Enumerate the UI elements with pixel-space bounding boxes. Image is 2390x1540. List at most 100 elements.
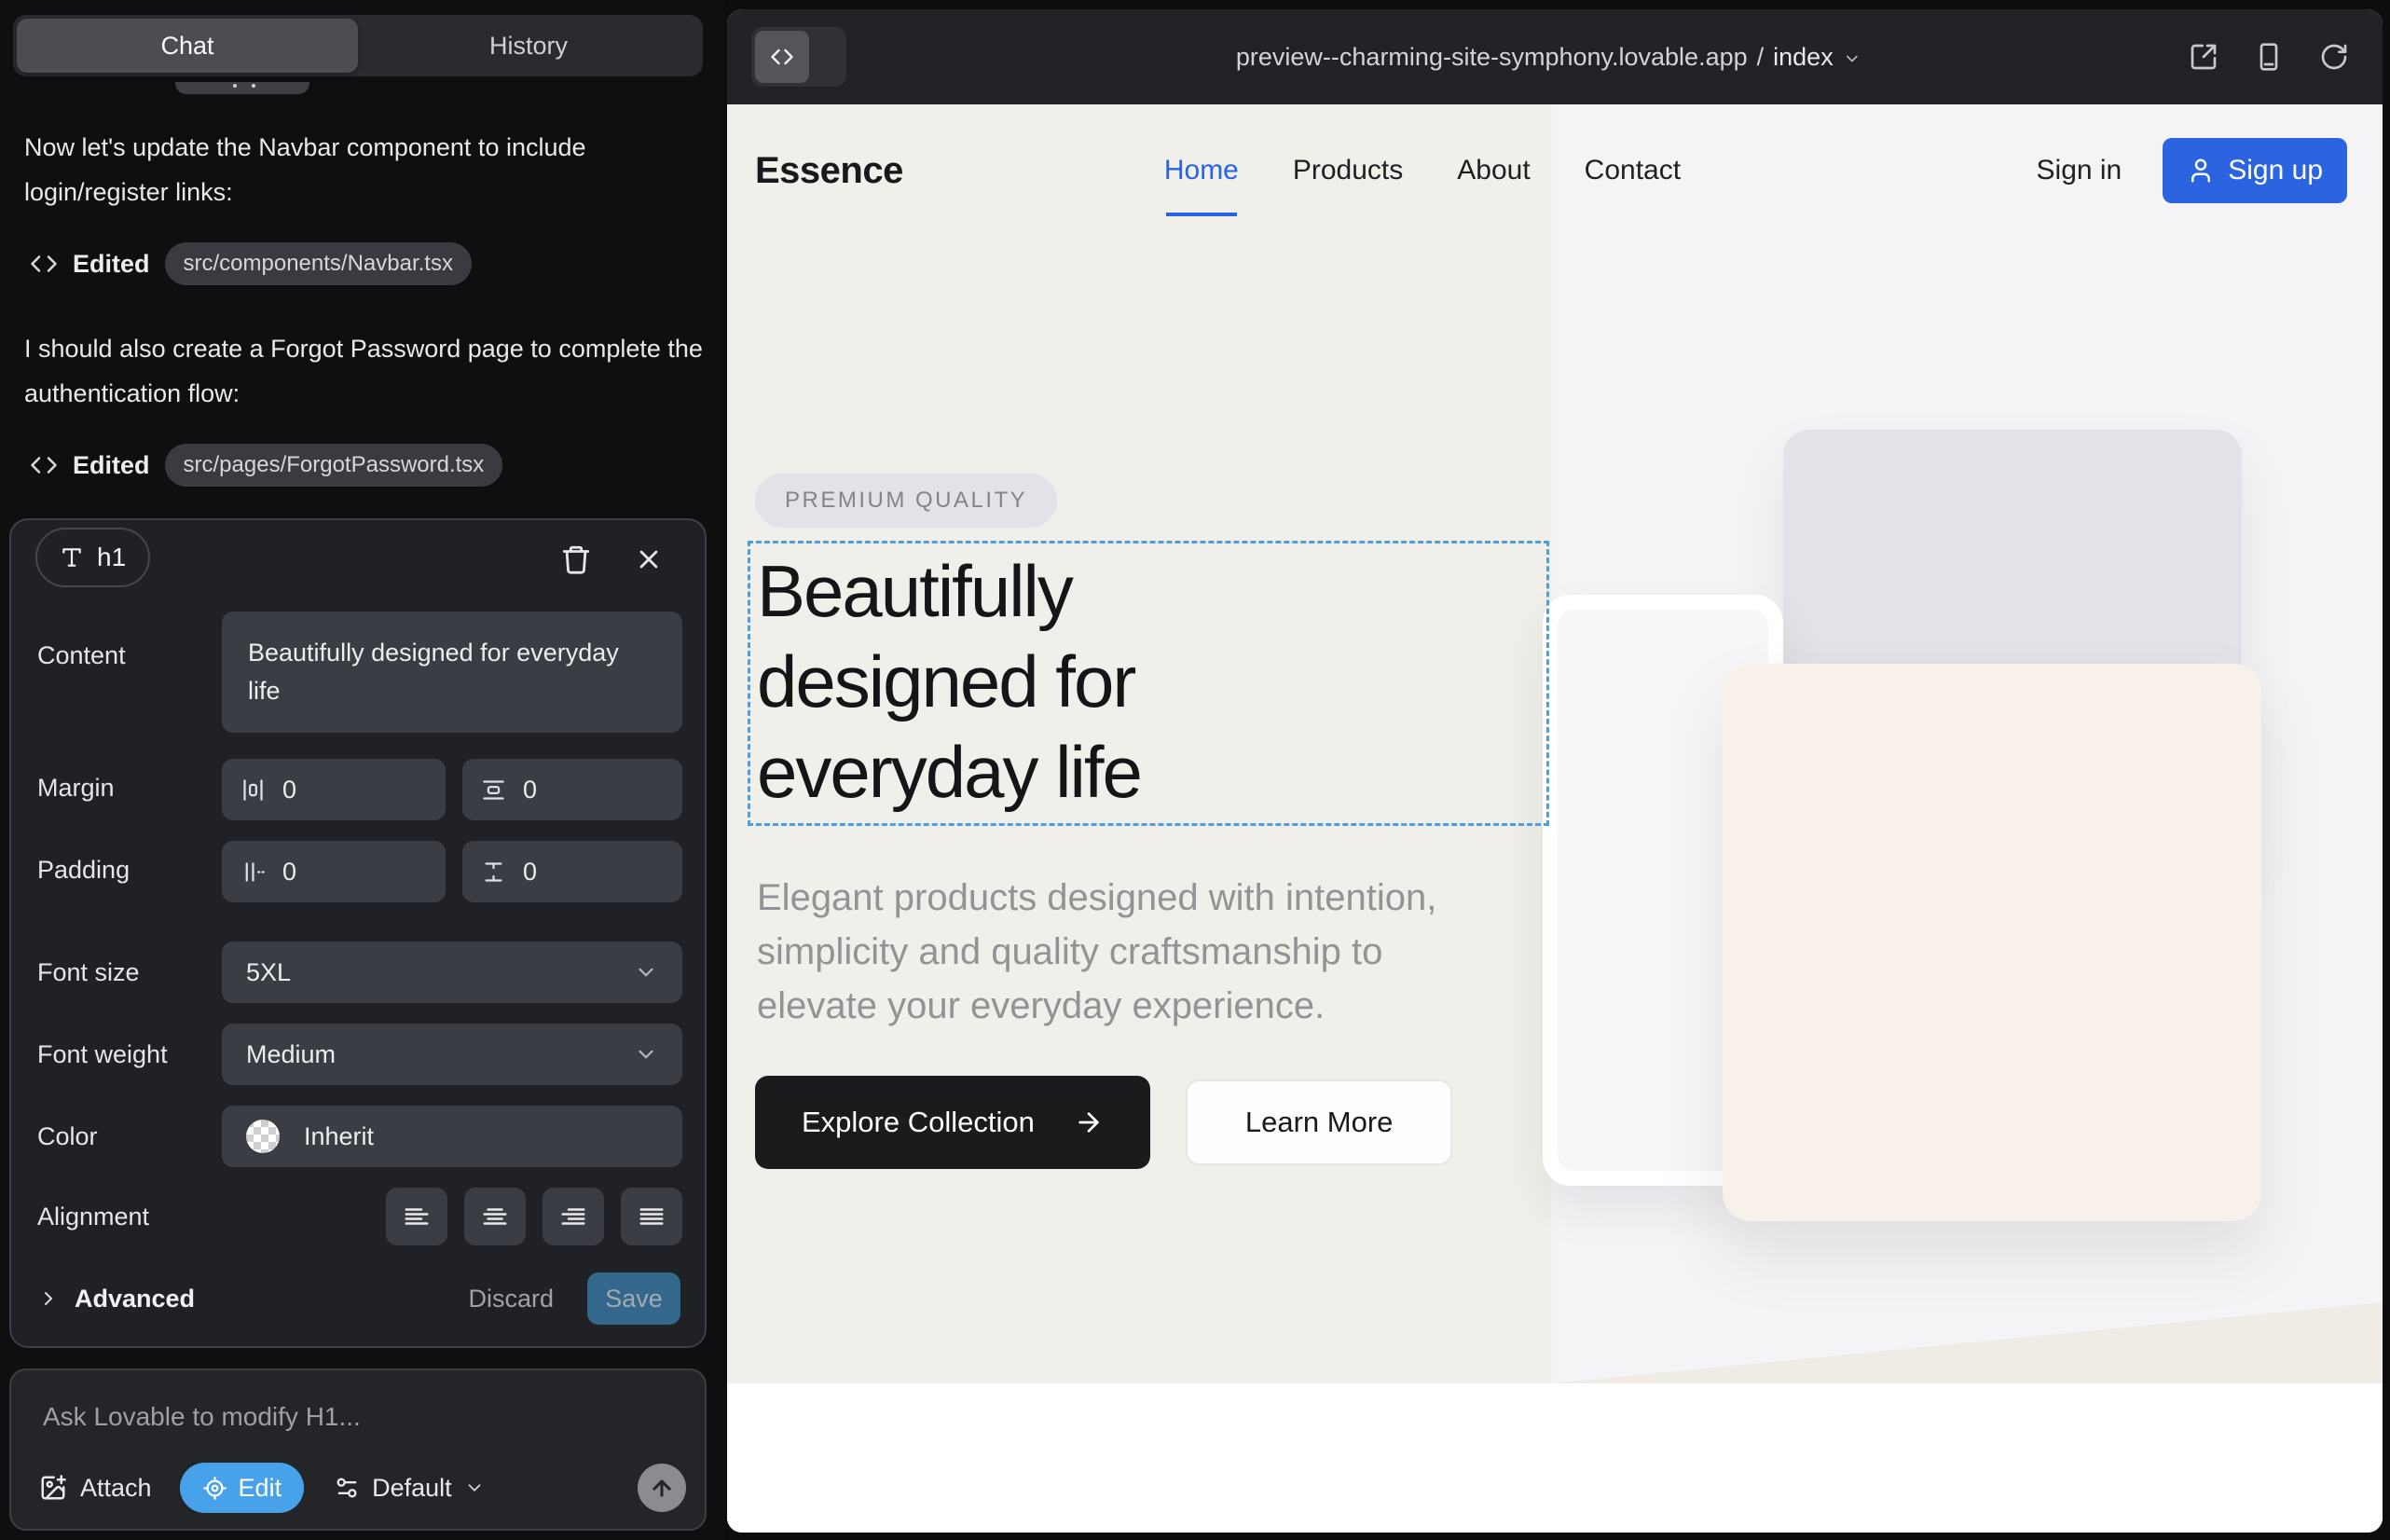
- default-label: Default: [372, 1474, 452, 1503]
- hero-heading[interactable]: Beautifully designed for everyday life: [757, 546, 1141, 818]
- chat-history-tabs: Chat History: [13, 15, 703, 76]
- explore-collection-button[interactable]: Explore Collection: [755, 1076, 1150, 1169]
- edited-label: Edited: [73, 451, 150, 480]
- advanced-toggle[interactable]: Advanced: [37, 1285, 195, 1313]
- edited-file-row: Edited src/pages/ForgotPassword.tsx: [30, 444, 703, 487]
- edit-mode-button[interactable]: Edit: [180, 1463, 305, 1513]
- section-below-hero: [727, 1383, 2383, 1533]
- assistant-message: I should also create a Forgot Password p…: [24, 326, 703, 416]
- refresh-button[interactable]: [2319, 42, 2349, 72]
- file-chip[interactable]: src/components/Navbar.tsx: [165, 242, 472, 285]
- chat-input[interactable]: Ask Lovable to modify H1...: [43, 1402, 673, 1432]
- discard-button[interactable]: Discard: [468, 1285, 554, 1313]
- open-external-button[interactable]: [2189, 42, 2218, 72]
- browser-topbar: preview--charming-site-symphony.lovable.…: [727, 9, 2383, 104]
- crosshair-icon: [202, 1476, 227, 1501]
- chevron-down-icon: [634, 960, 658, 984]
- code-preview-toggle[interactable]: [751, 27, 846, 87]
- file-chip[interactable]: src/pages/ForgotPassword.tsx: [165, 444, 503, 487]
- padding-horizontal-value: 0: [282, 858, 296, 887]
- transparent-swatch-icon: [246, 1120, 280, 1153]
- hero-badge: PREMIUM QUALITY: [755, 474, 1057, 528]
- alignment-buttons: [386, 1188, 682, 1245]
- delete-element-button[interactable]: [557, 541, 595, 578]
- image-plus-icon: [39, 1474, 67, 1502]
- editor-footer: Advanced Discard Save: [37, 1272, 680, 1326]
- sign-up-button[interactable]: Sign up: [2163, 138, 2347, 203]
- content-label: Content: [37, 641, 126, 670]
- scrolled-chip-fragment: [175, 82, 309, 94]
- nav-auth-actions: Sign in Sign up: [2037, 138, 2347, 203]
- edited-file-row: Edited src/components/Navbar.tsx: [30, 242, 703, 285]
- mobile-view-button[interactable]: [2254, 42, 2284, 72]
- attach-button[interactable]: Attach: [39, 1474, 152, 1503]
- assistant-message: Now let's update the Navbar component to…: [24, 125, 703, 214]
- margin-vertical-icon: [481, 777, 506, 803]
- content-input[interactable]: Beautifully designed for everyday life: [222, 612, 682, 733]
- nav-link-home[interactable]: Home: [1164, 155, 1239, 186]
- sign-up-label: Sign up: [2228, 155, 2323, 186]
- preview-browser-frame: preview--charming-site-symphony.lovable.…: [727, 9, 2383, 1533]
- element-tag: h1: [97, 543, 126, 572]
- margin-vertical-value: 0: [523, 776, 537, 804]
- close-icon: [634, 544, 664, 574]
- align-left-button[interactable]: [386, 1188, 447, 1245]
- font-size-label: Font size: [37, 958, 140, 987]
- tab-history[interactable]: History: [358, 19, 699, 73]
- chevron-down-icon: [464, 1478, 485, 1498]
- url-path: index: [1773, 43, 1834, 72]
- nav-link-contact[interactable]: Contact: [1585, 155, 1681, 186]
- padding-horizontal-icon: [240, 859, 266, 885]
- url-bar[interactable]: preview--charming-site-symphony.lovable.…: [1236, 9, 1861, 104]
- font-weight-value: Medium: [246, 1040, 336, 1069]
- url-separator: /: [1757, 43, 1765, 72]
- font-size-value: 5XL: [246, 958, 291, 987]
- nav-link-about[interactable]: About: [1457, 155, 1530, 186]
- code-icon: [30, 451, 58, 479]
- site-logo[interactable]: Essence: [755, 150, 903, 192]
- type-icon: [60, 545, 84, 570]
- selected-element-pill[interactable]: h1: [35, 528, 150, 587]
- padding-vertical-input[interactable]: 0: [462, 841, 682, 902]
- code-icon: [30, 250, 58, 278]
- chevron-right-icon: [37, 1287, 60, 1310]
- align-justify-button[interactable]: [621, 1188, 682, 1245]
- chevron-down-icon: [1843, 49, 1861, 68]
- margin-horizontal-input[interactable]: 0: [222, 759, 446, 820]
- padding-vertical-icon: [481, 859, 506, 885]
- margin-label: Margin: [37, 774, 115, 803]
- font-size-select[interactable]: 5XL: [222, 942, 682, 1003]
- edit-label: Edit: [239, 1474, 282, 1503]
- tab-chat[interactable]: Chat: [17, 19, 358, 73]
- model-default-selector[interactable]: Default: [334, 1474, 485, 1503]
- send-button[interactable]: [638, 1464, 686, 1512]
- color-value: Inherit: [304, 1122, 374, 1151]
- margin-vertical-input[interactable]: 0: [462, 759, 682, 820]
- close-editor-button[interactable]: [630, 541, 667, 578]
- explore-collection-label: Explore Collection: [802, 1106, 1035, 1139]
- padding-horizontal-input[interactable]: 0: [222, 841, 446, 902]
- color-select[interactable]: Inherit: [222, 1106, 682, 1167]
- edited-label: Edited: [73, 250, 150, 279]
- nav-link-products[interactable]: Products: [1293, 155, 1403, 186]
- lovable-sidebar: Chat History Now let's update the Navbar…: [0, 0, 725, 1540]
- font-weight-select[interactable]: Medium: [222, 1024, 682, 1085]
- trash-icon: [560, 543, 592, 575]
- hero-decor-card-cream: [1723, 664, 2261, 1221]
- padding-vertical-value: 0: [523, 858, 537, 887]
- sliders-icon: [334, 1475, 360, 1501]
- save-button[interactable]: Save: [587, 1272, 680, 1325]
- sign-in-link[interactable]: Sign in: [2037, 155, 2122, 186]
- arrow-up-icon: [649, 1475, 675, 1501]
- composer-toolbar: Attach Edit Default: [39, 1462, 686, 1514]
- element-editor-panel: h1 Content Beautifully designed for ever…: [9, 518, 707, 1348]
- site-nav-links: Home Products About Contact: [1164, 155, 1681, 186]
- browser-actions: [2189, 9, 2349, 104]
- learn-more-button[interactable]: Learn More: [1186, 1079, 1453, 1165]
- url-host: preview--charming-site-symphony.lovable.…: [1236, 43, 1748, 72]
- align-center-button[interactable]: [464, 1188, 526, 1245]
- attach-label: Attach: [80, 1474, 152, 1503]
- align-right-button[interactable]: [543, 1188, 604, 1245]
- site-preview: Essence Home Products About Contact Sign…: [727, 104, 2383, 1533]
- hero-cta-row: Explore Collection Learn More: [755, 1076, 1452, 1169]
